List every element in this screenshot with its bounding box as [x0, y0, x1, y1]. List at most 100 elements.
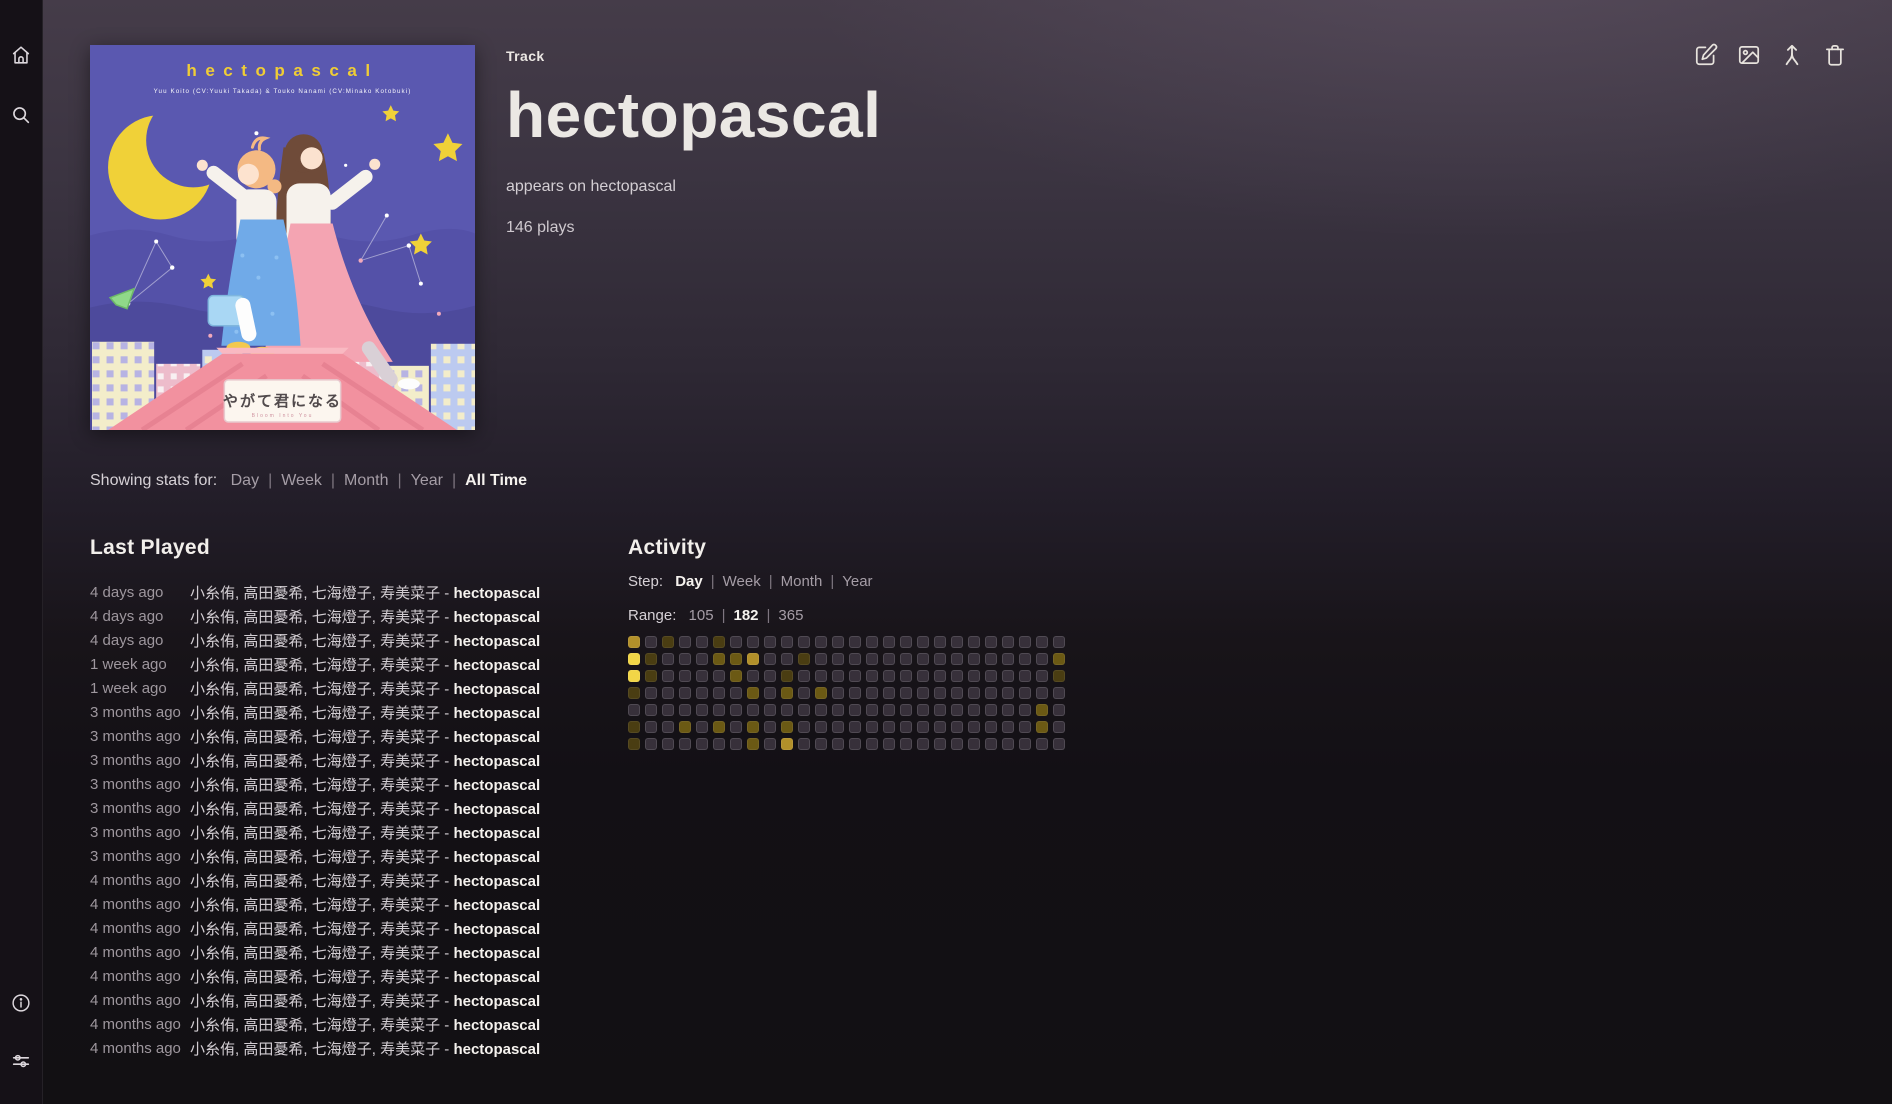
- heatmap-cell[interactable]: [662, 653, 674, 665]
- artist-link[interactable]: 七海燈子: [312, 849, 372, 866]
- heatmap-cell[interactable]: [866, 670, 878, 682]
- artist-link[interactable]: 高田憂希: [243, 681, 303, 698]
- heatmap-cell[interactable]: [815, 670, 827, 682]
- artist-link[interactable]: 小糸侑: [190, 921, 235, 938]
- artist-link[interactable]: 寿美菜子: [380, 753, 440, 770]
- heatmap-cell[interactable]: [1053, 653, 1065, 665]
- heatmap-cell[interactable]: [645, 704, 657, 716]
- heatmap-cell[interactable]: [798, 704, 810, 716]
- heatmap-cell[interactable]: [662, 687, 674, 699]
- track-link[interactable]: hectopascal: [453, 993, 540, 1010]
- artist-link[interactable]: 七海燈子: [312, 681, 372, 698]
- heatmap-cell[interactable]: [628, 721, 640, 733]
- heatmap-cell[interactable]: [917, 704, 929, 716]
- heatmap-cell[interactable]: [713, 721, 725, 733]
- heatmap-cell[interactable]: [798, 721, 810, 733]
- heatmap-cell[interactable]: [1002, 738, 1014, 750]
- artist-link[interactable]: 七海燈子: [312, 729, 372, 746]
- heatmap-cell[interactable]: [798, 636, 810, 648]
- track-link[interactable]: hectopascal: [453, 1041, 540, 1058]
- heatmap-cell[interactable]: [781, 653, 793, 665]
- artist-link[interactable]: 高田憂希: [243, 849, 303, 866]
- heatmap-cell[interactable]: [951, 636, 963, 648]
- artist-link[interactable]: 高田憂希: [243, 801, 303, 818]
- artist-link[interactable]: 高田憂希: [243, 825, 303, 842]
- track-link[interactable]: hectopascal: [453, 897, 540, 914]
- artist-link[interactable]: 七海燈子: [312, 945, 372, 962]
- artist-link[interactable]: 高田憂希: [243, 633, 303, 650]
- heatmap-cell[interactable]: [934, 721, 946, 733]
- heatmap-cell[interactable]: [747, 687, 759, 699]
- heatmap-cell[interactable]: [713, 670, 725, 682]
- heatmap-cell[interactable]: [917, 738, 929, 750]
- artist-link[interactable]: 高田憂希: [243, 609, 303, 626]
- heatmap-cell[interactable]: [1036, 721, 1048, 733]
- heatmap-cell[interactable]: [1053, 721, 1065, 733]
- track-link[interactable]: hectopascal: [453, 753, 540, 770]
- artist-link[interactable]: 寿美菜子: [380, 1041, 440, 1058]
- heatmap-cell[interactable]: [832, 670, 844, 682]
- heatmap-cell[interactable]: [849, 738, 861, 750]
- artist-link[interactable]: 寿美菜子: [380, 729, 440, 746]
- heatmap-cell[interactable]: [883, 704, 895, 716]
- heatmap-cell[interactable]: [679, 687, 691, 699]
- artist-link[interactable]: 寿美菜子: [380, 945, 440, 962]
- artist-link[interactable]: 寿美菜子: [380, 825, 440, 842]
- album-artwork[interactable]: やがて君になる Bloom Into You hectopascal Yuu K…: [90, 45, 475, 430]
- track-link[interactable]: hectopascal: [453, 921, 540, 938]
- artist-link[interactable]: 寿美菜子: [380, 897, 440, 914]
- heatmap-cell[interactable]: [866, 738, 878, 750]
- heatmap-cell[interactable]: [917, 636, 929, 648]
- scrobble-time[interactable]: 3 months ago: [90, 728, 190, 745]
- artist-link[interactable]: 高田憂希: [243, 873, 303, 890]
- heatmap-cell[interactable]: [900, 687, 912, 699]
- artist-link[interactable]: 小糸侑: [190, 873, 235, 890]
- heatmap-cell[interactable]: [951, 704, 963, 716]
- artist-link[interactable]: 小糸侑: [190, 657, 235, 674]
- track-link[interactable]: hectopascal: [453, 633, 540, 650]
- scrobble-time[interactable]: 3 months ago: [90, 704, 190, 721]
- stats-period-option-all-time[interactable]: All Time: [465, 472, 527, 489]
- heatmap-cell[interactable]: [747, 653, 759, 665]
- artist-link[interactable]: 高田憂希: [243, 1041, 303, 1058]
- heatmap-cell[interactable]: [866, 653, 878, 665]
- search-icon[interactable]: [10, 104, 32, 126]
- track-link[interactable]: hectopascal: [453, 945, 540, 962]
- track-link[interactable]: hectopascal: [453, 873, 540, 890]
- heatmap-cell[interactable]: [866, 721, 878, 733]
- heatmap-cell[interactable]: [764, 721, 776, 733]
- heatmap-cell[interactable]: [730, 738, 742, 750]
- heatmap-cell[interactable]: [985, 687, 997, 699]
- heatmap-cell[interactable]: [849, 721, 861, 733]
- heatmap-cell[interactable]: [679, 721, 691, 733]
- stats-period-option-month[interactable]: Month: [344, 472, 388, 489]
- artist-link[interactable]: 寿美菜子: [380, 777, 440, 794]
- heatmap-cell[interactable]: [1019, 721, 1031, 733]
- heatmap-cell[interactable]: [730, 704, 742, 716]
- heatmap-cell[interactable]: [917, 721, 929, 733]
- home-icon[interactable]: [10, 44, 32, 66]
- heatmap-cell[interactable]: [1002, 653, 1014, 665]
- heatmap-cell[interactable]: [713, 653, 725, 665]
- heatmap-cell[interactable]: [968, 738, 980, 750]
- scrobble-time[interactable]: 4 months ago: [90, 992, 190, 1009]
- appears-on-album-link[interactable]: hectopascal: [591, 178, 676, 195]
- heatmap-cell[interactable]: [696, 721, 708, 733]
- heatmap-cell[interactable]: [747, 636, 759, 648]
- artist-link[interactable]: 七海燈子: [312, 873, 372, 890]
- heatmap-cell[interactable]: [730, 670, 742, 682]
- heatmap-cell[interactable]: [696, 738, 708, 750]
- scrobble-time[interactable]: 4 days ago: [90, 608, 190, 625]
- heatmap-cell[interactable]: [1019, 738, 1031, 750]
- track-link[interactable]: hectopascal: [453, 681, 540, 698]
- heatmap-cell[interactable]: [1036, 636, 1048, 648]
- heatmap-cell[interactable]: [713, 738, 725, 750]
- heatmap-cell[interactable]: [1002, 687, 1014, 699]
- heatmap-cell[interactable]: [781, 636, 793, 648]
- heatmap-cell[interactable]: [713, 704, 725, 716]
- heatmap-cell[interactable]: [696, 670, 708, 682]
- artist-link[interactable]: 高田憂希: [243, 705, 303, 722]
- artist-link[interactable]: 寿美菜子: [380, 1017, 440, 1034]
- heatmap-cell[interactable]: [832, 653, 844, 665]
- artist-link[interactable]: 七海燈子: [312, 753, 372, 770]
